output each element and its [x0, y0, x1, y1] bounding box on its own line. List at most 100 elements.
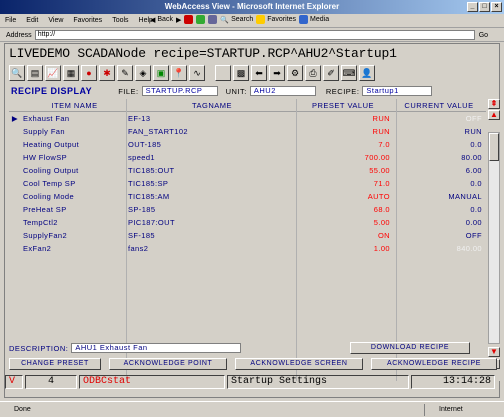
status-done: Done — [14, 406, 31, 413]
preset-value-cell: 68.0 — [373, 205, 390, 214]
home-button[interactable] — [208, 15, 218, 24]
favorites-button[interactable]: Favorites — [256, 15, 296, 24]
media-button[interactable]: Media — [299, 15, 329, 24]
item-name-cell: HW FlowSP — [23, 153, 68, 162]
window-title: WebAccess View - Microsoft Internet Expl… — [164, 2, 340, 11]
refresh-button[interactable] — [196, 15, 206, 24]
preset-value-cell: 55.00 — [369, 166, 390, 175]
table-row[interactable]: Heating Output OUT-185 7.0 0.0 — [9, 138, 486, 151]
chart-icon[interactable]: ▦ — [63, 65, 79, 81]
tagname-cell: SP-185 — [128, 205, 156, 214]
item-name-cell: ExFan2 — [23, 244, 52, 253]
menu-edit[interactable]: Edit — [21, 17, 43, 24]
col-current-value: CURRENT VALUE — [404, 100, 474, 110]
ie-toolbar: ◀ Back ▶ 🔍 Search Favorites Media — [150, 15, 329, 24]
menu-tools[interactable]: Tools — [107, 17, 133, 24]
tag-icon[interactable]: ◈ — [135, 65, 151, 81]
blank-button[interactable] — [215, 65, 231, 81]
table-row[interactable]: ▶ Exhaust Fan EF-13 RUN OFF — [9, 112, 486, 125]
item-name-cell: Cooling Mode — [23, 192, 75, 201]
file-field: STARTUP.RCP — [141, 86, 218, 96]
tools-icon[interactable]: ⚙ — [287, 65, 303, 81]
palette-icon[interactable]: ▩ — [233, 65, 249, 81]
maximize-button[interactable]: □ — [479, 2, 490, 12]
table-row[interactable]: SupplyFan2 SF-185 ON OFF — [9, 229, 486, 242]
scrollbar-thumb[interactable] — [489, 133, 499, 161]
table-row[interactable]: Cool Temp SP TIC185:SP 71.0 0.0 — [9, 177, 486, 190]
preset-value-cell: ON — [377, 231, 390, 240]
current-value-cell: MANUAL — [448, 192, 482, 201]
tagname-cell: SF-185 — [128, 231, 155, 240]
menu-favorites[interactable]: Favorites — [68, 17, 107, 24]
pin-icon[interactable]: 📍 — [171, 65, 187, 81]
table-nav: ⇞ ▲ ▼ ⇟ — [488, 99, 500, 381]
table-row[interactable]: Cooling Output TIC185:OUT 55.00 6.00 — [9, 164, 486, 177]
arrow-right-icon[interactable]: ➡ — [269, 65, 285, 81]
recipe-table: ITEM NAME TAGNAME PRESET VALUE CURRENT V… — [9, 99, 486, 381]
home-icon — [208, 15, 218, 24]
arrow-left-icon[interactable]: ⬅ — [251, 65, 267, 81]
current-value-cell: RUN — [464, 127, 482, 136]
recipe-header: RECIPE DISPLAY FILE: STARTUP.RCP UNIT: A… — [5, 84, 499, 98]
status-zone: Internet — [424, 403, 504, 416]
search-icon[interactable]: 🔍 — [9, 65, 25, 81]
status-title: Startup Settings — [227, 375, 409, 389]
tagname-cell: speed1 — [128, 153, 156, 162]
tagname-cell: FAN_START102 — [128, 127, 188, 136]
go-button[interactable]: Go — [479, 32, 488, 39]
print-icon[interactable]: ⎙ — [305, 65, 321, 81]
table-row[interactable]: HW FlowSP speed1 700.00 80.00 — [9, 151, 486, 164]
status-flag: V — [5, 375, 23, 389]
recipe-display-label: RECIPE DISPLAY — [11, 86, 93, 96]
alarm-red-icon[interactable]: ● — [81, 65, 97, 81]
search-button[interactable]: 🔍 Search — [220, 16, 253, 24]
table-row[interactable]: Supply Fan FAN_START102 RUN RUN — [9, 125, 486, 138]
table-row[interactable]: Cooling Mode TIC185:AM AUTO MANUAL — [9, 190, 486, 203]
stop-button[interactable] — [184, 15, 194, 24]
back-icon: ◀ — [150, 16, 156, 24]
current-value-cell: 0.0 — [470, 205, 482, 214]
acknowledge-recipe-button[interactable]: ACKNOWLEDGE RECIPE — [371, 358, 497, 370]
scroll-up-icon[interactable]: ▲ — [488, 110, 500, 120]
trend-icon[interactable]: 📈 — [45, 65, 61, 81]
item-name-cell: TempCtl2 — [23, 218, 58, 227]
wrench-icon[interactable]: ✎ — [117, 65, 133, 81]
item-name-cell: SupplyFan2 — [23, 231, 68, 240]
media-icon — [299, 15, 309, 24]
menu-view[interactable]: View — [43, 17, 68, 24]
keyboard-icon[interactable]: ⌨ — [341, 65, 357, 81]
table-row[interactable]: TempCtl2 PIC187:OUT 5.00 0.00 — [9, 216, 486, 229]
table-row[interactable]: PreHeat SP SP-185 68.0 0.0 — [9, 203, 486, 216]
item-name-cell: Heating Output — [23, 140, 80, 149]
tagname-cell: PIC187:OUT — [128, 218, 175, 227]
user-icon[interactable]: 👤 — [359, 65, 375, 81]
back-button[interactable]: ◀ Back — [150, 16, 173, 24]
item-name-cell: Cool Temp SP — [23, 179, 76, 188]
scrollbar[interactable] — [488, 132, 500, 344]
preset-value-cell: AUTO — [367, 192, 390, 201]
acknowledge-point-button[interactable]: ACKNOWLEDGE POINT — [109, 358, 227, 370]
alarm-ack-icon[interactable]: ✱ — [99, 65, 115, 81]
monitor-icon[interactable]: ▣ — [153, 65, 169, 81]
tagname-cell: TIC185:OUT — [128, 166, 175, 175]
calculator-icon[interactable]: ▤ — [27, 65, 43, 81]
forward-icon: ▶ — [175, 16, 182, 24]
close-button[interactable]: × — [491, 2, 502, 12]
preset-value-cell: 5.00 — [373, 218, 390, 227]
address-bar: Address http:// Go — [0, 29, 504, 42]
edit-icon[interactable]: ✐ — [323, 65, 339, 81]
change-preset-button[interactable]: CHANGE PRESET — [9, 358, 101, 370]
menu-file[interactable]: File — [0, 17, 21, 24]
forward-button[interactable]: ▶ — [176, 16, 181, 24]
download-recipe-button[interactable]: DOWNLOAD RECIPE — [350, 342, 470, 354]
table-row[interactable]: ExFan2 fans2 1.00 840.00 — [9, 242, 486, 255]
acknowledge-screen-button[interactable]: ACKNOWLEDGE SCREEN — [235, 358, 363, 370]
table-header: ITEM NAME TAGNAME PRESET VALUE CURRENT V… — [9, 99, 486, 112]
stop-icon — [184, 15, 194, 24]
status-count: 4 — [25, 375, 77, 389]
preset-value-cell: RUN — [372, 114, 390, 123]
address-input[interactable]: http:// — [34, 30, 475, 40]
graph-icon[interactable]: ∿ — [189, 65, 205, 81]
page-up-icon[interactable]: ⇞ — [488, 99, 500, 109]
minimize-button[interactable]: _ — [467, 2, 478, 12]
